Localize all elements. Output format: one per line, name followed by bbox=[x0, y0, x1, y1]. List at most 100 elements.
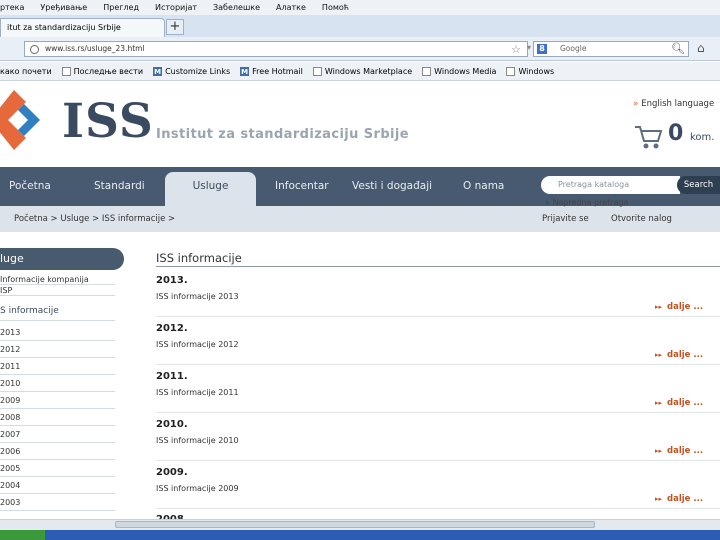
menu-bookmarks[interactable]: Забелешке bbox=[213, 3, 260, 12]
entry-link[interactable]: ISS informacije 2009 bbox=[156, 484, 239, 493]
bookmark-item[interactable]: Windows bbox=[506, 66, 555, 76]
sidebar-subitem[interactable]: 2006 bbox=[0, 447, 115, 460]
divider bbox=[156, 364, 720, 365]
entry-year: 2009. bbox=[156, 467, 188, 478]
entry-year: 2012. bbox=[156, 323, 188, 334]
navigation-toolbar: www.iss.rs/usluge_23.html ☆ ▾ ↻ 8 Google… bbox=[0, 37, 720, 61]
nav-item-infocentar[interactable]: Infocentar bbox=[275, 180, 329, 192]
arrow-icon: ▸▸ bbox=[655, 399, 663, 407]
entry-year: 2013. bbox=[156, 275, 188, 286]
bookmark-item[interactable]: M Customize Links bbox=[153, 66, 231, 76]
bookmark-label: Windows bbox=[518, 66, 555, 76]
search-box[interactable]: 8 Google bbox=[533, 41, 689, 57]
nav-item-standardi[interactable]: Standardi bbox=[94, 180, 145, 192]
iss-logo-mark[interactable] bbox=[0, 90, 56, 152]
tab-strip: itut za standardizaciju Srbije + bbox=[0, 15, 720, 37]
cart-count: 0 bbox=[668, 121, 684, 146]
sidebar-subitem[interactable]: 2010 bbox=[0, 379, 115, 392]
english-language-label: English language bbox=[641, 99, 715, 109]
search-button[interactable]: Search bbox=[677, 176, 720, 194]
browser-tab[interactable]: itut za standardizaciju Srbije bbox=[0, 18, 165, 37]
nav-item-pocetna[interactable]: Početna bbox=[9, 180, 51, 192]
site-logo[interactable]: ISS bbox=[62, 94, 154, 149]
arrow-icon: ▸▸ bbox=[655, 351, 663, 359]
browser-window: ртека Уређивање Преглед Историјат Забеле… bbox=[0, 0, 720, 540]
bookmark-item[interactable]: M Free Hotmail bbox=[240, 66, 303, 76]
entry-link[interactable]: ISS informacije 2013 bbox=[156, 292, 239, 301]
menu-history[interactable]: Историјат bbox=[155, 3, 197, 12]
bookmark-item[interactable]: Windows Media bbox=[422, 66, 497, 76]
bookmark-item[interactable]: Последње вести bbox=[61, 66, 144, 76]
arrow-icon: ▸▸ bbox=[655, 495, 663, 503]
login-link[interactable]: Prijavite se bbox=[542, 214, 589, 224]
star-icon[interactable]: ☆ bbox=[511, 43, 521, 56]
menu-bar: ртека Уређивање Преглед Историјат Забеле… bbox=[0, 0, 720, 15]
entry-year: 2010. bbox=[156, 419, 188, 430]
sidebar-subitem[interactable]: 2008 bbox=[0, 413, 115, 426]
search-icon[interactable]: 🔍︎ bbox=[671, 42, 685, 55]
entry-link[interactable]: ISS informacije 2010 bbox=[156, 436, 239, 445]
nav-item-usluge[interactable]: Usluge bbox=[165, 172, 256, 206]
sidebar-subitem[interactable]: 2011 bbox=[0, 362, 115, 375]
taskbar bbox=[0, 530, 720, 540]
arrow-icon: ▸▸ bbox=[655, 447, 663, 455]
sidebar-subitem[interactable]: 2012 bbox=[0, 345, 115, 358]
bookmark-label: Free Hotmail bbox=[252, 66, 303, 76]
page-icon bbox=[312, 66, 322, 76]
breadcrumb[interactable]: Početna > Usluge > ISS informacije > bbox=[14, 214, 175, 224]
nav-item-vesti[interactable]: Vesti i događaji bbox=[352, 180, 432, 192]
bookmark-item[interactable]: Windows Marketplace bbox=[312, 66, 413, 76]
cart-icon[interactable] bbox=[634, 124, 664, 150]
menu-edit[interactable]: Уређивање bbox=[40, 3, 87, 12]
more-link[interactable]: ▸▸ dalje ... bbox=[655, 302, 703, 312]
more-link[interactable]: ▸▸ dalje ... bbox=[655, 398, 703, 408]
nav-item-o-nama[interactable]: O nama bbox=[463, 180, 504, 192]
arrow-icon: ▸▸ bbox=[655, 303, 663, 311]
google-icon[interactable]: 8 bbox=[537, 44, 547, 54]
sidebar-subitem[interactable]: 2009 bbox=[0, 396, 115, 409]
address-bar[interactable]: www.iss.rs/usluge_23.html ☆ ▾ ↻ bbox=[24, 41, 547, 57]
bookmark-label: Customize Links bbox=[165, 66, 231, 76]
address-text: www.iss.rs/usluge_23.html bbox=[45, 44, 145, 53]
bookmark-label: Последње вести bbox=[73, 66, 144, 76]
sidebar-item[interactable]: Informacije kompanija bbox=[0, 275, 115, 285]
catalog-search-input[interactable]: Pretraga kataloga bbox=[541, 176, 680, 194]
sidebar-item[interactable]: ISP bbox=[0, 286, 115, 296]
bookmark-item[interactable]: како почети bbox=[0, 67, 52, 76]
sidebar-subitem[interactable]: 2005 bbox=[0, 464, 115, 477]
more-link[interactable]: ▸▸ dalje ... bbox=[655, 446, 703, 456]
sub-navigation: Početna > Usluge > ISS informacije > Pri… bbox=[0, 206, 720, 232]
start-button[interactable] bbox=[0, 530, 45, 540]
sidebar-subitem[interactable]: 2007 bbox=[0, 430, 115, 443]
entry-link[interactable]: ISS informacije 2012 bbox=[156, 340, 239, 349]
entry-link[interactable]: ISS informacije 2011 bbox=[156, 388, 239, 397]
sidebar-subitem[interactable]: 2013 bbox=[0, 328, 115, 341]
page-icon bbox=[422, 66, 432, 76]
page-icon bbox=[61, 66, 71, 76]
register-link[interactable]: Otvorite nalog bbox=[611, 214, 672, 224]
advanced-search-label: Napredna pretraga bbox=[552, 198, 629, 207]
more-link[interactable]: ▸▸ dalje ... bbox=[655, 350, 703, 360]
menu-view[interactable]: Преглед bbox=[103, 3, 139, 12]
sidebar-subitem[interactable]: 2004 bbox=[0, 481, 115, 494]
sidebar-item-iss-informacije[interactable]: S informacije bbox=[0, 306, 115, 321]
new-tab-button[interactable]: + bbox=[166, 19, 184, 35]
menu-file[interactable]: ртека bbox=[0, 3, 24, 12]
divider bbox=[156, 508, 720, 509]
site-subtitle: Institut za standardizaciju Srbije bbox=[156, 127, 409, 142]
dropdown-icon[interactable]: ▾ bbox=[527, 43, 531, 52]
bookmark-label: како почети bbox=[0, 66, 52, 76]
home-icon[interactable]: ⌂ bbox=[697, 41, 705, 55]
sidebar-heading: luge bbox=[0, 248, 124, 270]
bullet-icon: » bbox=[633, 99, 639, 109]
search-placeholder: Google bbox=[560, 44, 587, 53]
advanced-search-link[interactable]: » Napredna pretraga bbox=[545, 198, 628, 207]
bookmark-label: Windows Marketplace bbox=[324, 66, 413, 76]
english-language-link[interactable]: » English language bbox=[633, 99, 714, 109]
more-link[interactable]: ▸▸ dalje ... bbox=[655, 494, 703, 504]
sidebar-subitem[interactable]: 2003 bbox=[0, 498, 115, 511]
menu-help[interactable]: Помоћ bbox=[322, 3, 349, 12]
scrollbar-thumb[interactable] bbox=[115, 521, 595, 528]
menu-tools[interactable]: Алатке bbox=[276, 3, 306, 12]
bookmark-label: Windows Media bbox=[434, 66, 497, 76]
